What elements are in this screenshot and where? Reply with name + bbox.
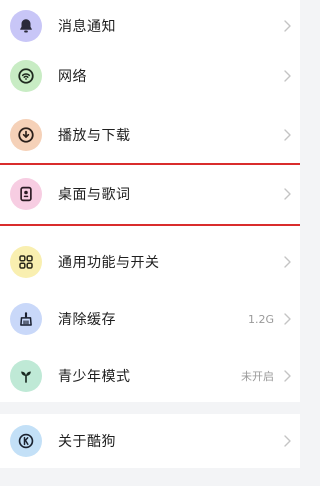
chevron-right-icon [282, 128, 292, 142]
settings-list: 消息通知 网络 播放与下载 桌面与歌词 通用功能与开关 清除缓存 1.2G 青少… [0, 0, 300, 402]
grid-icon [10, 246, 42, 278]
chevron-right-icon [282, 255, 292, 269]
settings-item-label: 网络 [58, 69, 87, 85]
settings-item-notifications[interactable]: 消息通知 [0, 0, 300, 54]
chevron-right-icon [282, 312, 292, 326]
teen-mode-status: 未开启 [241, 370, 274, 383]
lyrics-icon [10, 178, 42, 210]
kugou-logo-icon [10, 425, 42, 457]
sprout-icon [10, 360, 42, 392]
settings-item-about[interactable]: 关于酷狗 [0, 413, 300, 469]
settings-item-playback-download[interactable]: 播放与下载 [0, 107, 300, 163]
settings-item-label: 播放与下载 [58, 128, 131, 144]
highlight-border-top [0, 163, 300, 165]
cache-size-value: 1.2G [247, 312, 274, 326]
settings-item-desktop-lyrics[interactable]: 桌面与歌词 [0, 166, 300, 222]
settings-item-label: 通用功能与开关 [58, 255, 160, 271]
settings-item-label: 关于酷狗 [58, 434, 116, 450]
settings-item-label: 桌面与歌词 [58, 187, 131, 203]
settings-item-label: 青少年模式 [58, 369, 131, 385]
settings-item-label: 消息通知 [58, 19, 116, 35]
settings-item-label: 清除缓存 [58, 312, 116, 328]
chevron-right-icon [282, 434, 292, 448]
settings-item-network[interactable]: 网络 [0, 48, 300, 104]
settings-item-general[interactable]: 通用功能与开关 [0, 234, 300, 290]
download-icon [10, 119, 42, 151]
chevron-right-icon [282, 19, 292, 33]
wifi-icon [10, 60, 42, 92]
chevron-right-icon [282, 187, 292, 201]
settings-item-teen-mode[interactable]: 青少年模式 未开启 [0, 348, 300, 404]
chevron-right-icon [282, 69, 292, 83]
broom-icon [10, 303, 42, 335]
about-section: 关于酷狗 [0, 414, 300, 468]
settings-item-clear-cache[interactable]: 清除缓存 1.2G [0, 291, 300, 347]
chevron-right-icon [282, 369, 292, 383]
bell-icon [10, 10, 42, 42]
highlight-border-bottom [0, 224, 300, 226]
